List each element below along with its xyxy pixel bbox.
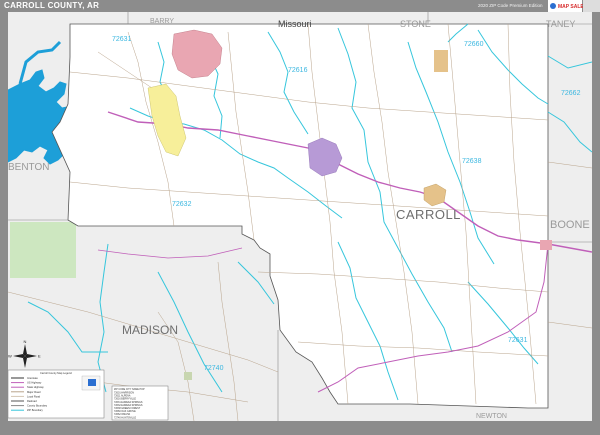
compass-n: N bbox=[24, 339, 27, 344]
county-label-madison: MADISON bbox=[122, 323, 178, 337]
county-label-benton: BENTON bbox=[8, 162, 50, 173]
county-map[interactable]: BARRY Missouri STONE TANEY BENTON BOONE … bbox=[7, 12, 593, 422]
title-bar: CARROLL COUNTY, AR 2020 ZIP Code Premium… bbox=[0, 0, 600, 12]
county-label-carroll: CARROLL bbox=[396, 207, 461, 222]
zip-72631-low: 72631 bbox=[508, 337, 528, 344]
compass-w: W bbox=[8, 354, 12, 359]
city-alpena bbox=[540, 240, 552, 250]
legend-item-label: State Highway bbox=[27, 385, 44, 389]
legend-item-label: ZIP Boundary bbox=[27, 408, 44, 412]
legend-title: Carroll County Map Legend bbox=[40, 371, 72, 375]
footer-bar bbox=[0, 421, 600, 435]
county-label-newton: NEWTON bbox=[476, 413, 507, 420]
forest-area bbox=[10, 222, 76, 278]
map-canvas[interactable]: BARRY Missouri STONE TANEY BENTON BOONE … bbox=[7, 12, 593, 422]
legend-item-label: Local Road bbox=[27, 394, 41, 398]
city-huntsville-north bbox=[184, 372, 192, 380]
city-oak-grove bbox=[434, 50, 448, 72]
county-label-stone: STONE bbox=[400, 19, 431, 29]
state-label-missouri: Missouri bbox=[278, 19, 312, 29]
legend-item-label: Railroad bbox=[27, 399, 37, 403]
publisher-logo: MAP SALES bbox=[548, 0, 600, 12]
zip-72638: 72638 bbox=[462, 158, 482, 165]
legend-item-label: US Highway bbox=[27, 381, 42, 385]
map-legend: Carroll County Map Legend InterstateUS H… bbox=[7, 369, 105, 419]
legend-logo-mark bbox=[88, 379, 96, 386]
county-label-barry: BARRY bbox=[150, 18, 174, 25]
compass-e: E bbox=[38, 354, 41, 359]
zip-72631-top: 72631 bbox=[112, 36, 132, 43]
zip-table-row: 72740 HUNTSVILLE bbox=[114, 416, 136, 419]
legend-item-label: County Boundary bbox=[27, 404, 48, 408]
zip-72662: 72662 bbox=[561, 90, 581, 97]
legend-item-label: Major Road bbox=[27, 390, 41, 394]
zip-72632: 72632 bbox=[172, 201, 192, 208]
county-label-boone: BOONE bbox=[550, 219, 590, 231]
map-frame: CARROLL COUNTY, AR 2020 ZIP Code Premium… bbox=[0, 0, 600, 435]
legend-item-label: Interstate bbox=[27, 376, 38, 380]
county-label-taney: TANEY bbox=[546, 19, 575, 29]
zip-table: ZIP CODE CITY NAME POP 72601 HARRISON726… bbox=[111, 385, 169, 421]
zip-72660: 72660 bbox=[464, 41, 484, 48]
zip-72740: 72740 bbox=[204, 365, 224, 372]
zip-72616: 72616 bbox=[288, 67, 308, 74]
